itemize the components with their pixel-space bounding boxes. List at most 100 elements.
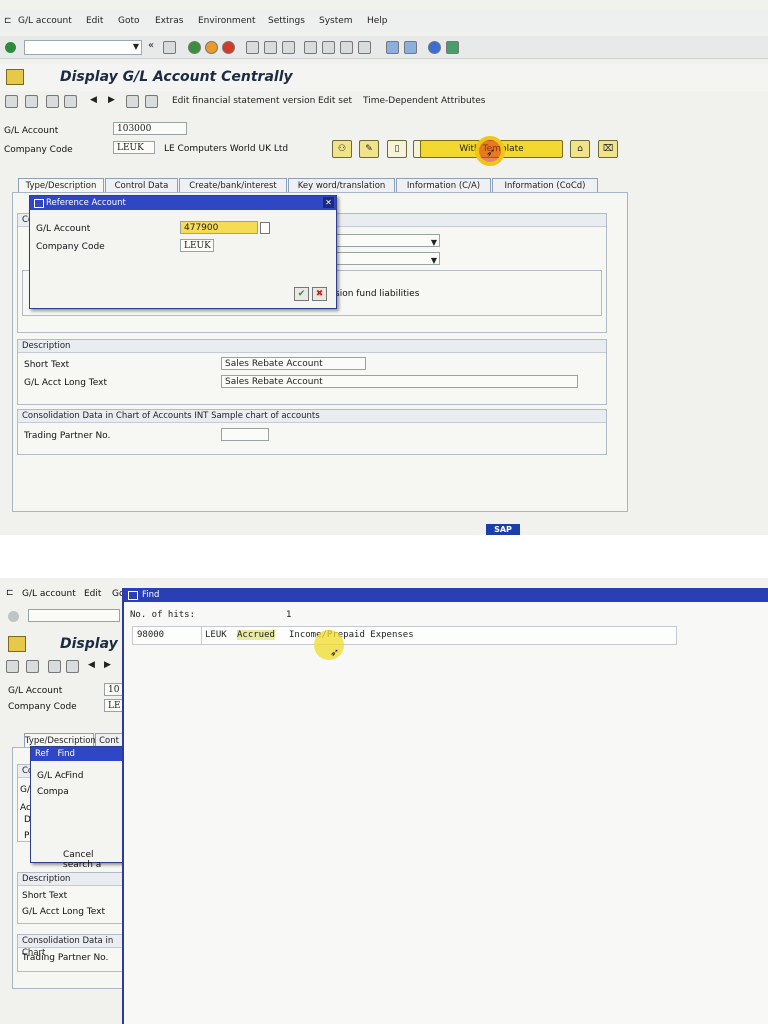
menu-system[interactable]: System [319, 16, 353, 26]
other-object-icon[interactable] [26, 660, 39, 673]
glasses-display-button[interactable]: ⚇ [332, 140, 352, 158]
tab-keyword-translation[interactable]: Key word/translation [288, 178, 395, 192]
menu-icon[interactable]: ⊏ [4, 16, 12, 26]
menu-edit[interactable]: Edit [84, 589, 101, 599]
company-name-text: LE Computers World UK Ltd [164, 144, 289, 154]
save-icon[interactable] [163, 41, 176, 54]
search-help-icon[interactable] [260, 222, 270, 234]
back-icon[interactable] [188, 41, 201, 54]
result-highlight-word[interactable]: Accrued [237, 630, 275, 640]
sap-logo: SAP [486, 524, 520, 535]
back-chevron-icon[interactable]: « [148, 40, 154, 51]
dialog-company-code-field[interactable]: LEUK [180, 239, 214, 252]
dropdown-arrow-icon[interactable]: ▼ [133, 42, 139, 51]
page-title: Display G/L Account Centrally [60, 69, 293, 85]
dialog-gl-account-input[interactable]: 477900 [180, 221, 258, 234]
trading-partner-field[interactable] [221, 428, 269, 441]
gl-account-field[interactable]: 103000 [113, 122, 187, 135]
confirm-check-button[interactable]: ✔ [294, 287, 309, 301]
command-field[interactable]: ▼ [24, 40, 142, 55]
next-page-icon[interactable] [340, 41, 353, 54]
display-change-icon[interactable] [6, 660, 19, 673]
other-object-icon[interactable] [25, 95, 38, 108]
history-forward-icon[interactable] [64, 95, 77, 108]
company-code-label: Company Code [8, 702, 77, 712]
last-page-icon[interactable] [358, 41, 371, 54]
pencil-edit-button[interactable]: ✎ [359, 140, 379, 158]
find-icon[interactable] [264, 41, 277, 54]
delete-trash-icon[interactable]: ⌧ [598, 140, 618, 158]
result-account[interactable]: 98000 [137, 630, 164, 640]
menu-help[interactable]: Help [367, 16, 388, 26]
create-button[interactable]: ▯ [387, 140, 407, 158]
shortcut-icon[interactable] [404, 41, 417, 54]
next-arrow-icon[interactable]: ▶ [104, 660, 111, 670]
dialog-company-code-label: Compa [37, 787, 69, 797]
company-code-field[interactable]: LEUK [113, 141, 155, 154]
screenshot-bottom: ⊏ G/L account Edit Go Display G/ ◀ ▶ G/L… [0, 578, 768, 1024]
tab-information-ca[interactable]: Information (C/A) [396, 178, 491, 192]
reference-account-dialog: Reference Account ✕ G/L Account 477900 C… [29, 195, 337, 309]
menu-icon[interactable]: ⊏ [6, 588, 14, 598]
tab-type-description[interactable]: Type/Description [18, 178, 104, 192]
menu-settings[interactable]: Settings [268, 16, 305, 26]
print-icon[interactable] [246, 41, 259, 54]
history-back-icon[interactable] [46, 95, 59, 108]
find-results-window: Find No. of hits: 1 98000 LEUK Accrued I… [122, 588, 768, 1024]
tab-control-data[interactable]: Control Data [105, 178, 178, 192]
result-description[interactable]: Income/Prepaid Expenses [289, 630, 414, 640]
window-icon [34, 199, 44, 208]
column-divider [201, 627, 202, 644]
gl-account-label: G/L Account [4, 126, 59, 136]
tab-type-description[interactable]: Type/Description [24, 733, 96, 747]
next-arrow-icon[interactable]: ▶ [108, 95, 115, 105]
help-icon[interactable] [428, 41, 441, 54]
time-dependent-attributes-button[interactable]: Time-Dependent Attributes [363, 96, 485, 106]
company-code-field[interactable]: LE [104, 699, 124, 712]
layout-menu-icon[interactable] [446, 41, 459, 54]
transaction-icon [8, 636, 26, 652]
long-text-field[interactable]: Sales Rebate Account [221, 375, 578, 388]
close-icon[interactable]: ✕ [323, 197, 334, 208]
dropdown-arrow-icon[interactable]: ▼ [431, 236, 437, 249]
menu-environment[interactable]: Environment [198, 16, 255, 26]
result-company-code[interactable]: LEUK [205, 630, 227, 640]
tab-create-bank-interest[interactable]: Create/bank/interest [179, 178, 287, 192]
previous-arrow-icon[interactable]: ◀ [88, 660, 95, 670]
prev-page-icon[interactable] [322, 41, 335, 54]
filter-icon[interactable] [126, 95, 139, 108]
display-change-icon[interactable] [5, 95, 18, 108]
lock-icon[interactable]: ⌂ [570, 140, 590, 158]
gl-account-field[interactable]: 10 [104, 683, 124, 696]
enter-check-icon[interactable] [8, 611, 19, 622]
first-page-icon[interactable] [304, 41, 317, 54]
previous-arrow-icon[interactable]: ◀ [90, 95, 97, 105]
menu-goto[interactable]: Goto [118, 16, 140, 26]
history-forward-icon[interactable] [66, 660, 79, 673]
cancel-search-text[interactable]: Cancel search a [63, 850, 123, 870]
hits-count: 1 [286, 610, 292, 620]
short-text-field[interactable]: Sales Rebate Account [221, 357, 366, 370]
menu-gl-account[interactable]: G/L account [22, 589, 76, 599]
refresh-icon[interactable] [145, 95, 158, 108]
tab-information-cocd[interactable]: Information (CoCd) [492, 178, 598, 192]
menu-edit[interactable]: Edit [86, 16, 103, 26]
description-header: Description [18, 340, 606, 353]
edit-set-button[interactable]: Edit set [318, 96, 352, 106]
command-field[interactable] [28, 609, 120, 622]
cancel-x-button[interactable]: ✖ [312, 287, 327, 301]
dropdown-arrow-icon[interactable]: ▼ [431, 254, 437, 267]
tab-control-partial[interactable]: Cont [95, 733, 123, 747]
find-title-bar: Find [124, 588, 768, 602]
find-next-icon[interactable] [282, 41, 295, 54]
result-row[interactable]: 98000 LEUK Accrued Income/Prepaid Expens… [132, 626, 677, 645]
enter-check-icon[interactable] [5, 42, 16, 53]
cancel-icon[interactable] [222, 41, 235, 54]
history-back-icon[interactable] [48, 660, 61, 673]
window-icon [128, 591, 138, 600]
exit-icon[interactable] [205, 41, 218, 54]
new-session-icon[interactable] [386, 41, 399, 54]
menu-gl-account[interactable]: G/L account [18, 16, 72, 26]
menu-extras[interactable]: Extras [155, 16, 183, 26]
edit-fs-version-button[interactable]: Edit financial statement version [172, 96, 315, 106]
